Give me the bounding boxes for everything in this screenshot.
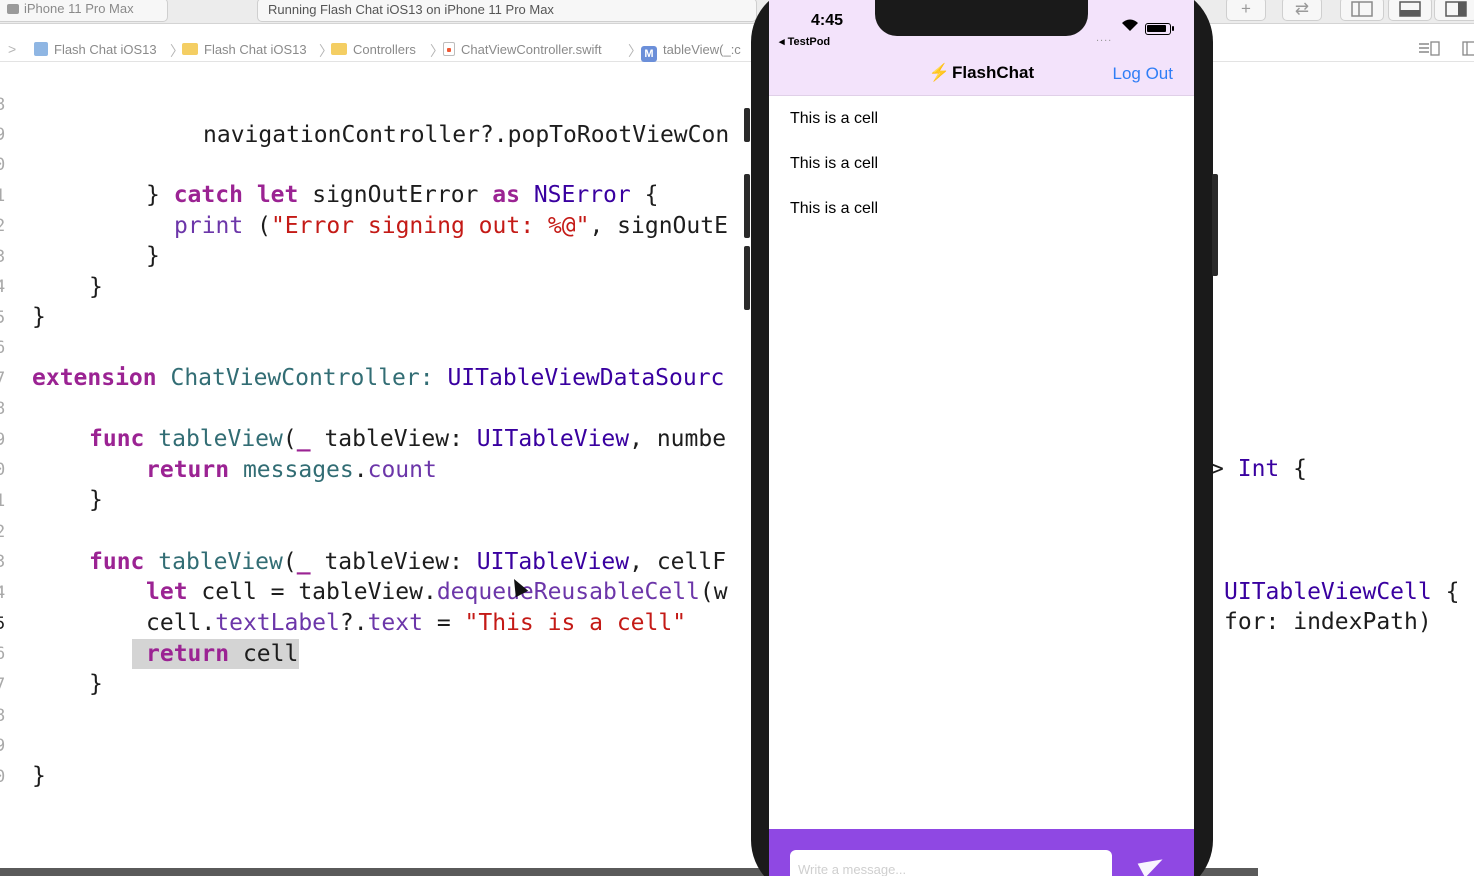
cell-label: This is a cell <box>790 155 879 172</box>
project-icon <box>34 42 48 56</box>
battery-icon <box>1145 23 1174 35</box>
table-row[interactable]: This is a cell <box>769 97 1194 142</box>
code-line: 8 <box>0 671 1474 726</box>
add-library-button[interactable]: + <box>1226 0 1266 21</box>
breadcrumb-group-label: Flash Chat iOS13 <box>204 42 307 57</box>
code-line: 0 <box>0 732 1474 787</box>
line-number: 0 <box>0 767 6 787</box>
scheme-device-label: iPhone 11 Pro Max <box>24 1 134 16</box>
wifi-icon <box>1121 18 1139 37</box>
folder-icon <box>182 43 198 55</box>
volume-down-button <box>744 246 750 310</box>
breadcrumb-group[interactable]: Flash Chat iOS13 <box>182 42 307 57</box>
navigator-toggle-button[interactable] <box>1340 0 1384 21</box>
bolt-icon: ⚡ <box>928 63 950 82</box>
code-line: 2 } <box>0 181 1474 269</box>
debug-area-toggle-button[interactable] <box>1388 0 1432 21</box>
breadcrumb-project[interactable]: Flash Chat iOS13 <box>34 42 157 57</box>
navigation-bar: 4:45 ◂ TestPod .... ⚡ FlashChat Log Out <box>769 0 1194 96</box>
code-line: 9 } <box>0 701 1474 789</box>
device-icon <box>7 4 19 14</box>
jump-bar-chevron-icon[interactable]: > <box>8 41 16 57</box>
scheme-device-selector[interactable]: iPhone 11 Pro Max <box>0 0 168 22</box>
log-out-button[interactable]: Log Out <box>1113 64 1174 84</box>
status-time: 4:45 <box>810 12 844 29</box>
code-line: 0 } <box>0 425 1474 513</box>
code-line: 0 } catch let signOutError as NSError { <box>0 120 1474 208</box>
code-line: 6 extension ChatViewController: UITableV… <box>0 303 1474 391</box>
folder-icon <box>331 43 347 55</box>
breadcrumb-project-label: Flash Chat iOS13 <box>54 42 157 57</box>
mute-switch <box>744 108 750 142</box>
code-line: 8 navigationController?.popToRootViewCon <box>0 60 1474 148</box>
code-line: 7 <box>0 640 1474 695</box>
code-line: 7 <box>0 334 1474 389</box>
code-line: 3 } <box>0 212 1474 300</box>
code-line: 4 cell.textLabel?.text = "This is a cell… <box>0 548 1474 636</box>
code-line: 9 return messages.count <box>0 395 1474 483</box>
code-review-button[interactable]: ⇄ <box>1282 0 1322 21</box>
code-line: 8 func tableView(_ tableView: UITableVie… <box>0 364 1474 482</box>
code-line: 2 func tableView(_ tableView: UITableVie… <box>0 487 1474 605</box>
breadcrumb-file-label: ChatViewController.swift <box>461 42 602 57</box>
code-line: 3 let cell = tableView.dequeueReusableCe… <box>0 517 1474 635</box>
activity-status: Running Flash Chat iOS13 on iPhone 11 Pr… <box>257 0 757 22</box>
volume-up-button <box>744 174 750 238</box>
sidebar-right-icon <box>1445 1 1467 17</box>
back-to-app-link[interactable]: ◂ TestPod <box>779 35 830 48</box>
simulator-screen: 4:45 ◂ TestPod .... ⚡ FlashChat Log Out T… <box>769 0 1194 876</box>
power-button <box>1212 174 1218 276</box>
inspector-toggle-button[interactable] <box>1434 0 1474 21</box>
code-line: 6 } <box>0 609 1474 697</box>
code-line: 1 <box>0 456 1474 511</box>
notch <box>875 0 1088 36</box>
code-line: 4 } <box>0 242 1474 330</box>
breadcrumb-method-label: tableView(_:c <box>663 42 741 57</box>
code-line: 1 print ("Error signing out: %@", signOu… <box>0 151 1474 239</box>
breadcrumb-file[interactable]: ChatViewController.swift <box>443 42 602 57</box>
debug-area-icon <box>1399 1 1421 17</box>
cell-label: This is a cell <box>790 200 879 217</box>
signal-icon: .... <box>1096 32 1113 44</box>
table-row[interactable]: This is a cell <box>769 187 1194 232</box>
breadcrumb-folder-label: Controllers <box>353 42 416 57</box>
nav-title-label: FlashChat <box>951 63 1035 82</box>
table-row[interactable]: This is a cell <box>769 142 1194 187</box>
message-input[interactable]: Write a message... <box>790 850 1112 876</box>
xcode-toolbar: iPhone 11 Pro Max Running Flash Chat iOS… <box>0 0 1474 24</box>
breadcrumb-folder[interactable]: Controllers <box>331 42 416 57</box>
send-icon[interactable] <box>1137 852 1167 876</box>
sidebar-left-icon <box>1351 1 1373 17</box>
source-editor[interactable]: 8 navigationController?.popToRootViewCon… <box>0 58 1474 868</box>
cell-label: This is a cell <box>790 110 879 127</box>
code-line: 5 <box>0 273 1474 328</box>
message-composer: Write a message... <box>769 829 1194 876</box>
code-line: 9 <box>0 90 1474 145</box>
swift-file-icon <box>443 42 455 56</box>
code-line-current: 5 return cell <box>0 579 1474 669</box>
